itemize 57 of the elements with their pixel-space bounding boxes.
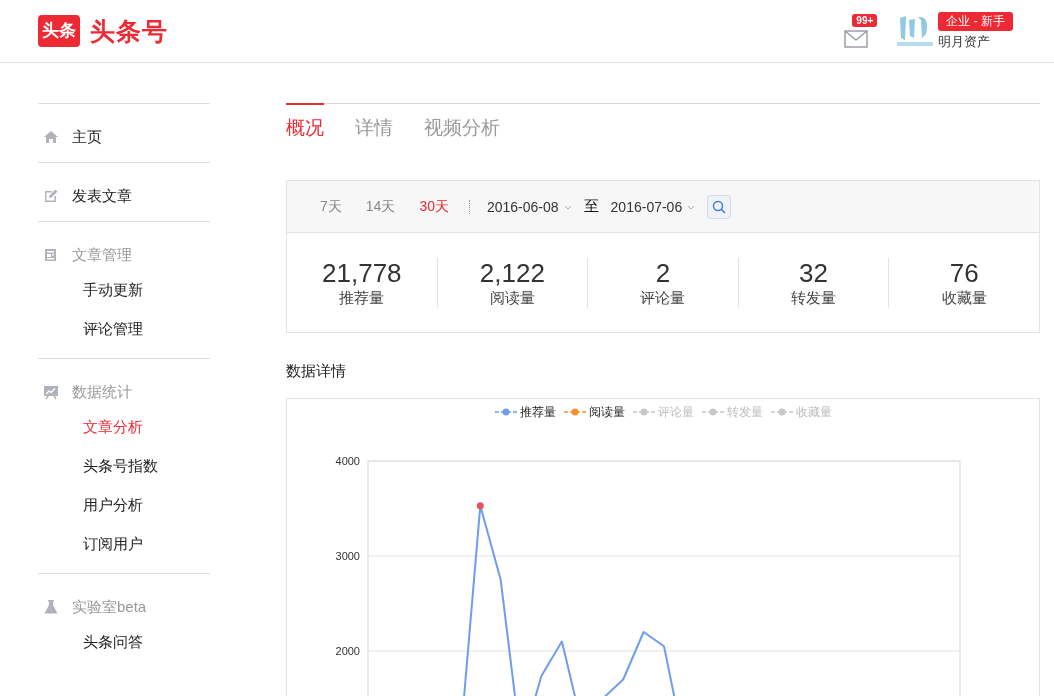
logo-title[interactable]: 头条号 <box>90 14 168 48</box>
legend-item[interactable]: 推荐量 <box>494 403 556 421</box>
menu-group-label[interactable]: 文章管理 <box>72 245 132 265</box>
menu-item[interactable]: 主页 <box>72 127 102 147</box>
home-icon <box>43 129 59 145</box>
menu-item[interactable]: 头条号指数 <box>38 446 210 485</box>
axis-tick-label: 3000 <box>335 550 360 562</box>
legend-line-icon <box>701 408 724 416</box>
range-option[interactable]: 30天 <box>419 197 449 216</box>
menu-item[interactable]: 手动更新 <box>38 270 210 309</box>
stat-value: 2 <box>655 257 671 289</box>
legend-line-icon <box>563 408 586 416</box>
menu-item[interactable]: 头条问答 <box>38 622 210 661</box>
date-select[interactable]: 2016-06-08 <box>486 198 572 215</box>
axis-tick-label: 4000 <box>335 455 360 467</box>
notification-badge: 99+ <box>852 14 878 27</box>
legend-line-icon <box>494 408 517 416</box>
stat-label: 收藏量 <box>941 288 987 308</box>
legend-line-icon <box>632 408 655 416</box>
legend-line-icon <box>770 408 793 416</box>
account-name[interactable]: 明月资产 <box>938 32 991 51</box>
mail-icon <box>844 30 869 48</box>
menu-item[interactable]: 发表文章 <box>72 186 132 206</box>
stat-value: 21,778 <box>322 257 402 289</box>
range-option[interactable]: 14天 <box>365 197 396 216</box>
stat-value: 2,122 <box>479 257 545 289</box>
menu-group-label[interactable]: 数据统计 <box>72 382 132 402</box>
stat-value: 32 <box>799 257 829 289</box>
tab[interactable]: 详情 <box>355 103 393 143</box>
chart-icon <box>43 384 59 400</box>
edit-icon <box>43 188 59 204</box>
stat-label: 评论量 <box>640 288 686 308</box>
stat-label: 推荐量 <box>339 288 385 308</box>
caret-icon <box>563 205 572 210</box>
stat-value: 76 <box>949 257 979 289</box>
menu-item[interactable]: 文章分析 <box>38 407 210 446</box>
stat-label: 转发量 <box>791 288 837 308</box>
caret-icon <box>687 205 696 210</box>
legend-item[interactable]: 阅读量 <box>563 403 625 421</box>
menu-item[interactable]: 订阅用户 <box>38 524 210 563</box>
stat-label: 阅读量 <box>489 288 535 308</box>
search-icon <box>712 199 727 214</box>
account-badge: 企业 - 新手 <box>938 11 1013 31</box>
menu-item[interactable]: 用户分析 <box>38 485 210 524</box>
tab[interactable]: 概况 <box>286 103 324 143</box>
menu-item[interactable]: 评论管理 <box>38 309 210 348</box>
menu-group-label[interactable]: 实验室beta <box>72 597 147 617</box>
search-button[interactable] <box>707 194 732 219</box>
section-title: 数据详情 <box>286 362 347 381</box>
document-icon <box>43 247 59 263</box>
range-option[interactable]: 7天 <box>320 197 342 216</box>
logo-mark[interactable]: 头条 <box>38 15 80 47</box>
flask-icon <box>43 599 59 615</box>
tab[interactable]: 视频分析 <box>424 103 500 143</box>
date-separator: 至 <box>583 197 599 216</box>
axis-tick-label: 2000 <box>335 645 360 657</box>
date-select[interactable]: 2016-07-06 <box>610 198 696 215</box>
